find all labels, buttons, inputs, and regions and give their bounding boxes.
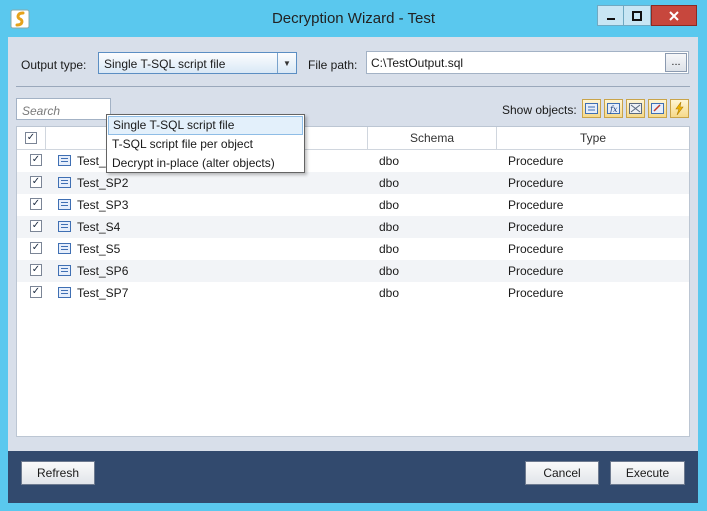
schema-name: dbo <box>379 242 400 256</box>
table-row[interactable]: ✓ Test_S5 dbo Procedure <box>17 238 689 260</box>
table-row[interactable]: ✓ Test_SP3 dbo Procedure <box>17 194 689 216</box>
triggers-filter-button[interactable] <box>648 99 667 118</box>
options-panel: Output type: Single T-SQL script file ▼ … <box>8 37 698 451</box>
functions-filter-button[interactable]: fx <box>604 99 623 118</box>
cancel-button[interactable]: Cancel <box>525 461 599 485</box>
schema-name: dbo <box>379 264 400 278</box>
views-icon <box>629 103 642 114</box>
functions-icon: fx <box>607 103 620 114</box>
procedure-icon <box>58 287 71 298</box>
object-type: Procedure <box>508 242 564 256</box>
decryption-wizard-window: Decryption Wizard - Test Output type: Si… <box>0 0 707 511</box>
close-icon <box>669 10 679 21</box>
procedure-icon <box>58 243 71 254</box>
maximize-button[interactable] <box>624 5 651 26</box>
execute-button[interactable]: Execute <box>610 461 685 485</box>
procedure-icon <box>58 155 71 166</box>
schema-name: dbo <box>379 154 400 168</box>
table-row[interactable]: ✓ Test_SP2 dbo Procedure <box>17 172 689 194</box>
select-all-header: ✓ <box>17 127 46 149</box>
procedures-icon <box>585 103 598 114</box>
row-checkbox[interactable]: ✓ <box>30 154 42 166</box>
schema-name: dbo <box>379 198 400 212</box>
procedure-icon <box>58 221 71 232</box>
row-checkbox[interactable]: ✓ <box>30 198 42 210</box>
svg-text:fx: fx <box>609 105 618 114</box>
file-path-input[interactable]: C:\TestOutput.sql ... <box>366 51 689 74</box>
lightning-filter-button[interactable] <box>670 99 689 118</box>
show-objects-label: Show objects: <box>502 103 577 117</box>
object-name: Test_S5 <box>77 242 121 256</box>
object-name: Test_SP2 <box>77 176 129 190</box>
row-checkbox[interactable]: ✓ <box>30 286 42 298</box>
dropdown-option-single-script[interactable]: Single T-SQL script file <box>108 116 303 135</box>
object-type: Procedure <box>508 176 564 190</box>
table-row[interactable]: ✓ Test_SP7 dbo Procedure <box>17 282 689 304</box>
minimize-icon <box>606 17 615 20</box>
column-header-schema[interactable]: Schema <box>368 127 497 149</box>
close-button[interactable] <box>651 5 697 26</box>
output-type-select[interactable]: Single T-SQL script file ▼ <box>98 52 297 74</box>
schema-name: dbo <box>379 176 400 190</box>
object-type: Procedure <box>508 220 564 234</box>
object-name: Test_SP6 <box>77 264 129 278</box>
object-type: Procedure <box>508 154 564 168</box>
schema-name: dbo <box>379 286 400 300</box>
object-name: Test_S4 <box>77 220 121 234</box>
dropdown-option-decrypt-in-place[interactable]: Decrypt in-place (alter objects) <box>108 154 303 173</box>
object-name: Test_SP7 <box>77 286 129 300</box>
row-checkbox[interactable]: ✓ <box>30 264 42 276</box>
dropdown-option-script-per-object[interactable]: T-SQL script file per object <box>108 135 303 154</box>
row-checkbox[interactable]: ✓ <box>30 242 42 254</box>
output-type-label: Output type: <box>21 58 87 72</box>
object-type: Procedure <box>508 286 564 300</box>
separator <box>16 86 690 87</box>
schema-name: dbo <box>379 220 400 234</box>
procedure-icon <box>58 265 71 276</box>
row-checkbox[interactable]: ✓ <box>30 220 42 232</box>
triggers-icon <box>651 103 664 114</box>
table-row[interactable]: ✓ Test_S4 dbo Procedure <box>17 216 689 238</box>
file-path-label: File path: <box>308 58 358 72</box>
maximize-icon <box>632 10 642 21</box>
procedure-icon <box>58 177 71 188</box>
table-row[interactable]: ✓ Test_SP6 dbo Procedure <box>17 260 689 282</box>
search-input[interactable]: Search <box>16 98 111 120</box>
output-type-dropdown: Single T-SQL script file T-SQL script fi… <box>106 114 305 173</box>
output-type-selected: Single T-SQL script file <box>104 57 226 71</box>
procedure-icon <box>58 199 71 210</box>
object-filter-toolbar: fx <box>582 99 689 118</box>
refresh-button[interactable]: Refresh <box>21 461 95 485</box>
object-type: Procedure <box>508 198 564 212</box>
browse-button[interactable]: ... <box>665 53 687 72</box>
file-path-value: C:\TestOutput.sql <box>371 56 464 70</box>
procedures-filter-button[interactable] <box>582 99 601 118</box>
chevron-down-icon[interactable]: ▼ <box>277 53 296 73</box>
row-checkbox[interactable]: ✓ <box>30 176 42 188</box>
select-all-checkbox[interactable]: ✓ <box>25 132 37 144</box>
title-bar[interactable]: Decryption Wizard - Test <box>0 0 707 36</box>
minimize-button[interactable] <box>597 5 624 26</box>
views-filter-button[interactable] <box>626 99 645 118</box>
column-header-type[interactable]: Type <box>497 127 689 149</box>
object-name: Test_SP3 <box>77 198 129 212</box>
lightning-icon <box>675 102 684 115</box>
dialog-client-area: Output type: Single T-SQL script file ▼ … <box>8 37 698 503</box>
object-type: Procedure <box>508 264 564 278</box>
